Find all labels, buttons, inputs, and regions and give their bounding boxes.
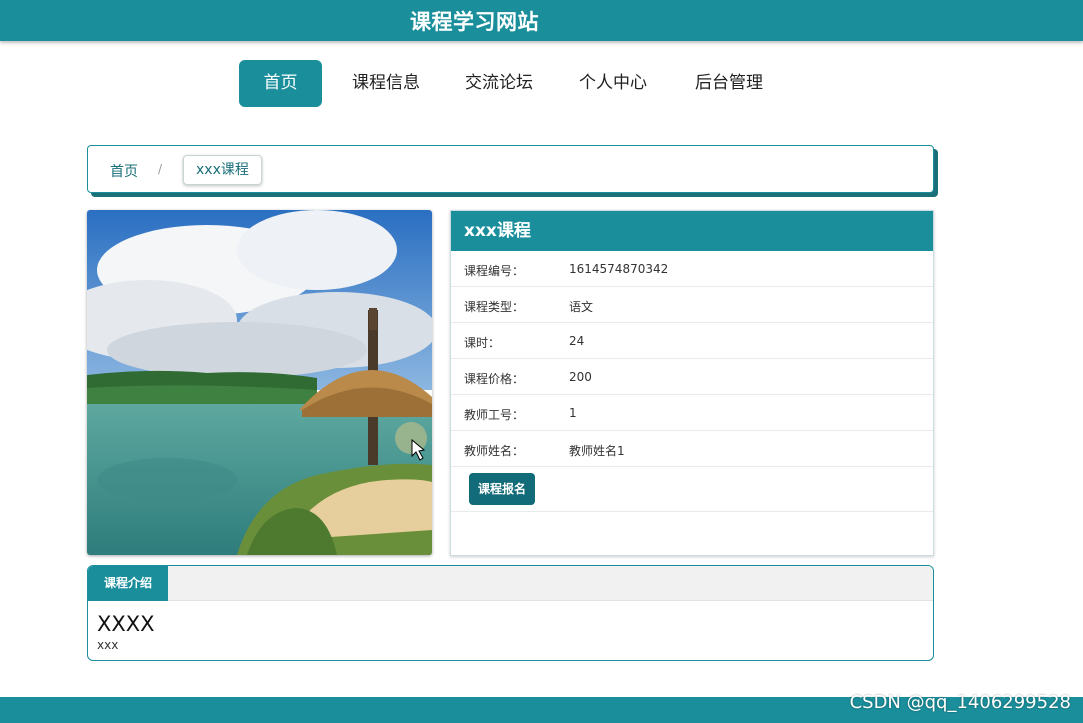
site-title: 课程学习网站 xyxy=(410,10,539,34)
field-label: 教师姓名： xyxy=(464,444,525,458)
breadcrumb-home-link[interactable]: 首页 xyxy=(110,161,138,181)
course-info-card: xxx课程 课程编号： 1614574870342 课程类型： 语文 课时： 2… xyxy=(450,210,934,556)
nav-personal-center[interactable]: 个人中心 xyxy=(572,60,654,107)
nav-forum[interactable]: 交流论坛 xyxy=(458,60,540,107)
enroll-row: 课程报名 xyxy=(451,467,933,512)
breadcrumb-current[interactable]: xxx课程 xyxy=(183,155,262,185)
field-label: 教师工号： xyxy=(464,408,525,422)
tab-course-intro[interactable]: 课程介绍 xyxy=(88,566,168,601)
intro-text: xxx xyxy=(97,638,119,652)
top-header-bar: 课程学习网站 xyxy=(0,0,1083,41)
intro-title: XXXX xyxy=(97,612,155,636)
intro-tab-bar: 课程介绍 xyxy=(88,566,933,601)
enroll-button[interactable]: 课程报名 xyxy=(469,473,536,505)
course-image xyxy=(87,210,432,555)
course-intro-panel: 课程介绍 XXXX xxx xyxy=(87,565,934,661)
info-row-course-id: 课程编号： 1614574870342 xyxy=(451,251,933,287)
info-row-price: 课程价格： 200 xyxy=(451,359,933,395)
watermark: CSDN @qq_1406299528 xyxy=(849,692,1071,713)
breadcrumb: 首页 / xxx课程 xyxy=(87,145,934,193)
breadcrumb-separator: / xyxy=(158,162,163,176)
field-label: 课程编号： xyxy=(464,264,525,278)
info-row-course-type: 课程类型： 语文 xyxy=(451,287,933,323)
field-label: 课程类型： xyxy=(464,300,525,314)
field-value: 1614574870342 xyxy=(569,262,669,276)
field-label: 课程价格： xyxy=(464,372,525,386)
info-row-hours: 课时： 24 xyxy=(451,323,933,359)
field-value: 教师姓名1 xyxy=(569,444,625,458)
nav-home[interactable]: 首页 xyxy=(239,60,322,107)
field-label: 课时： xyxy=(464,336,501,350)
nav-course-info[interactable]: 课程信息 xyxy=(345,60,427,107)
field-value: 200 xyxy=(569,370,592,384)
field-value: 24 xyxy=(569,334,585,348)
main-nav: 首页 课程信息 交流论坛 个人中心 后台管理 xyxy=(0,60,1083,108)
course-name: xxx课程 xyxy=(451,211,933,251)
field-value: 语文 xyxy=(569,300,594,314)
info-row-teacher-id: 教师工号： 1 xyxy=(451,395,933,431)
field-value: 1 xyxy=(569,406,577,420)
info-row-teacher-name: 教师姓名： 教师姓名1 xyxy=(451,431,933,467)
nav-admin[interactable]: 后台管理 xyxy=(688,60,770,107)
